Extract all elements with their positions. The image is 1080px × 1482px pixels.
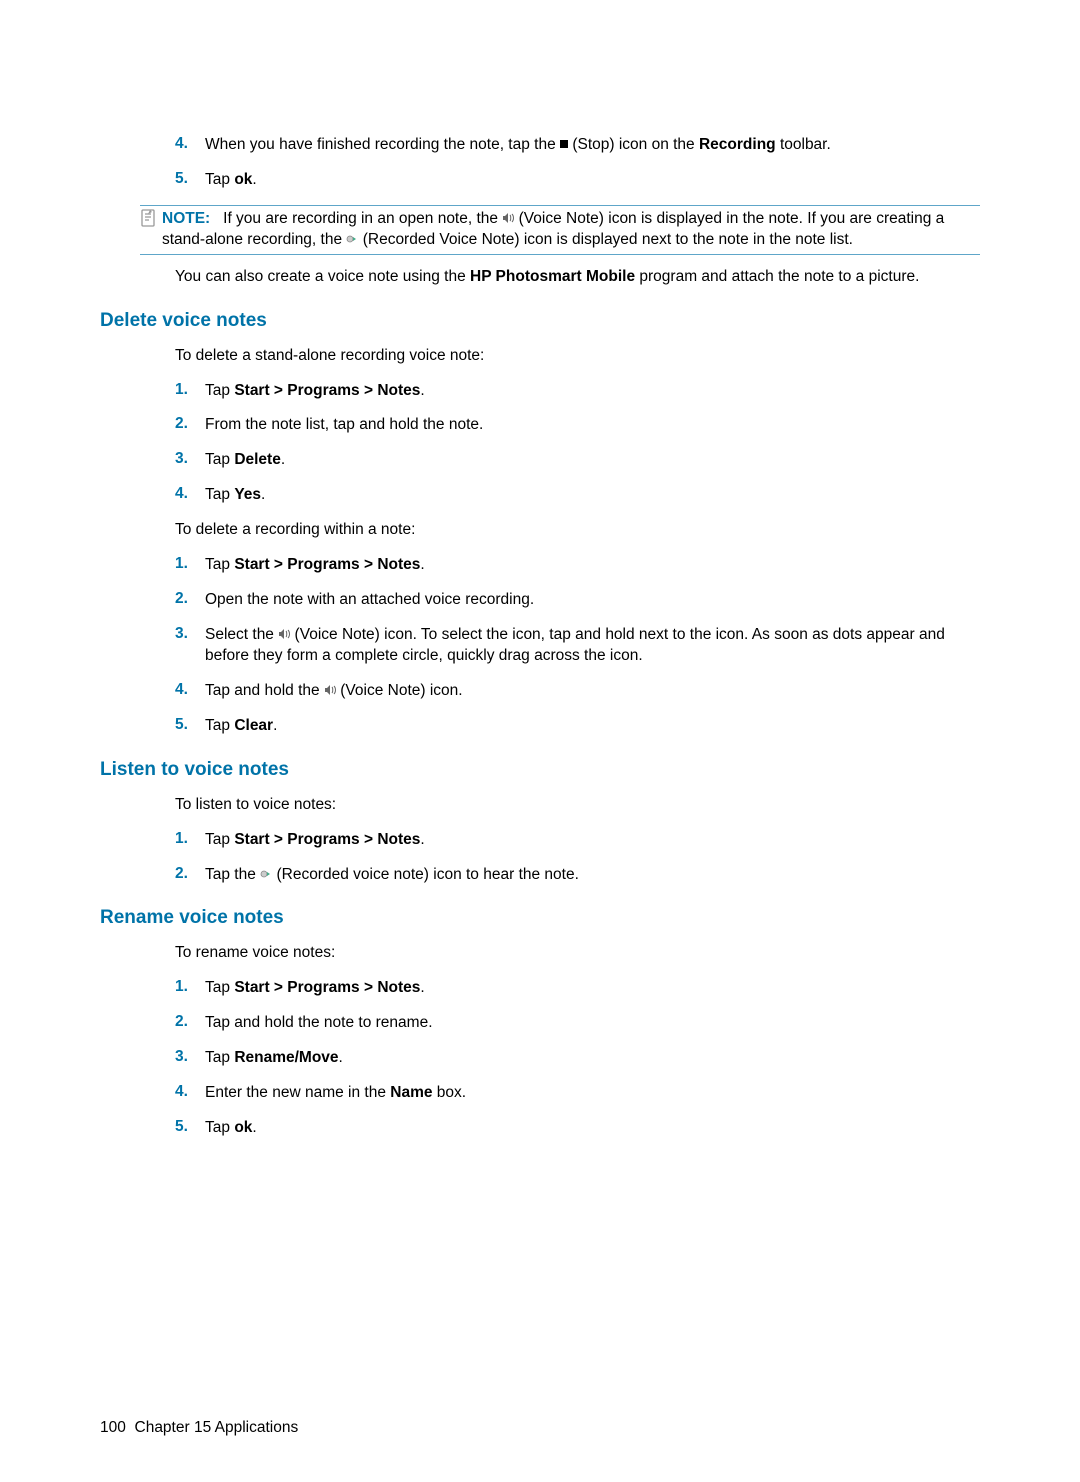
step-text: Tap Delete. xyxy=(205,450,980,471)
voice-note-icon xyxy=(324,682,336,699)
list-item: 4. Enter the new name in the Name box. xyxy=(175,1083,980,1104)
step-text: From the note list, tap and hold the not… xyxy=(205,415,980,436)
step-number: 4. xyxy=(175,681,205,702)
note-icon xyxy=(140,209,162,251)
voice-note-icon xyxy=(502,210,514,227)
step-number: 1. xyxy=(175,978,205,999)
paragraph: To delete a stand-alone recording voice … xyxy=(175,346,980,367)
list-item: 1. Tap Start > Programs > Notes. xyxy=(175,978,980,999)
section-heading-listen: Listen to voice notes xyxy=(100,759,980,781)
list-item: 4. When you have finished recording the … xyxy=(175,135,980,156)
section-heading-rename: Rename voice notes xyxy=(100,907,980,929)
list-item: 4. Tap and hold the (Voice Note) icon. xyxy=(175,681,980,702)
note-callout: NOTE: If you are recording in an open no… xyxy=(140,205,980,255)
list-item: 1. Tap Start > Programs > Notes. xyxy=(175,555,980,576)
step-number: 1. xyxy=(175,555,205,576)
step-text: Tap Rename/Move. xyxy=(205,1048,980,1069)
list-item: 2. From the note list, tap and hold the … xyxy=(175,415,980,436)
step-number: 5. xyxy=(175,170,205,191)
step-text: Tap ok. xyxy=(205,1118,980,1139)
step-text: Enter the new name in the Name box. xyxy=(205,1083,980,1104)
list-item: 5. Tap ok. xyxy=(175,1118,980,1139)
paragraph: To rename voice notes: xyxy=(175,943,980,964)
document-page: 4. When you have finished recording the … xyxy=(0,0,1080,1482)
step-number: 2. xyxy=(175,865,205,886)
paragraph: You can also create a voice note using t… xyxy=(175,267,980,288)
page-number: 100 xyxy=(100,1419,126,1436)
recorded-voice-note-icon xyxy=(346,231,358,248)
step-text: Tap Start > Programs > Notes. xyxy=(205,978,980,999)
step-number: 2. xyxy=(175,1013,205,1034)
step-number: 4. xyxy=(175,1083,205,1104)
step-number: 3. xyxy=(175,625,205,667)
list-item: 4. Tap Yes. xyxy=(175,485,980,506)
paragraph: To delete a recording within a note: xyxy=(175,520,980,541)
step-number: 4. xyxy=(175,485,205,506)
step-number: 4. xyxy=(175,135,205,156)
step-number: 5. xyxy=(175,1118,205,1139)
step-text: Tap Yes. xyxy=(205,485,980,506)
recorded-voice-note-icon xyxy=(260,866,272,883)
list-item: 1. Tap Start > Programs > Notes. xyxy=(175,381,980,402)
step-text: Tap Clear. xyxy=(205,716,980,737)
step-number: 1. xyxy=(175,830,205,851)
list-item: 2. Open the note with an attached voice … xyxy=(175,590,980,611)
step-text: When you have finished recording the not… xyxy=(205,135,980,156)
step-text: Tap Start > Programs > Notes. xyxy=(205,555,980,576)
voice-note-icon xyxy=(278,626,290,643)
list-item: 3. Tap Rename/Move. xyxy=(175,1048,980,1069)
step-text: Tap and hold the (Voice Note) icon. xyxy=(205,681,980,702)
step-number: 2. xyxy=(175,590,205,611)
step-number: 2. xyxy=(175,415,205,436)
section-heading-delete: Delete voice notes xyxy=(100,310,980,332)
step-number: 5. xyxy=(175,716,205,737)
note-text: NOTE: If you are recording in an open no… xyxy=(162,209,980,251)
list-item: 3. Tap Delete. xyxy=(175,450,980,471)
list-item: 5. Tap Clear. xyxy=(175,716,980,737)
step-text: Tap and hold the note to rename. xyxy=(205,1013,980,1034)
step-number: 1. xyxy=(175,381,205,402)
step-number: 3. xyxy=(175,450,205,471)
list-item: 2. Tap and hold the note to rename. xyxy=(175,1013,980,1034)
step-text: Tap Start > Programs > Notes. xyxy=(205,830,980,851)
list-item: 1. Tap Start > Programs > Notes. xyxy=(175,830,980,851)
step-text: Tap Start > Programs > Notes. xyxy=(205,381,980,402)
list-item: 3. Select the (Voice Note) icon. To sele… xyxy=(175,625,980,667)
list-item: 5. Tap ok. xyxy=(175,170,980,191)
paragraph: To listen to voice notes: xyxy=(175,795,980,816)
step-text: Select the (Voice Note) icon. To select … xyxy=(205,625,980,667)
chapter-label: Chapter 15 Applications xyxy=(135,1419,299,1436)
step-text: Tap the (Recorded voice note) icon to he… xyxy=(205,865,980,886)
page-footer: 100 Chapter 15 Applications xyxy=(100,1419,980,1437)
step-text: Tap ok. xyxy=(205,170,980,191)
stop-icon xyxy=(560,140,568,148)
step-text: Open the note with an attached voice rec… xyxy=(205,590,980,611)
step-number: 3. xyxy=(175,1048,205,1069)
list-item: 2. Tap the (Recorded voice note) icon to… xyxy=(175,865,980,886)
